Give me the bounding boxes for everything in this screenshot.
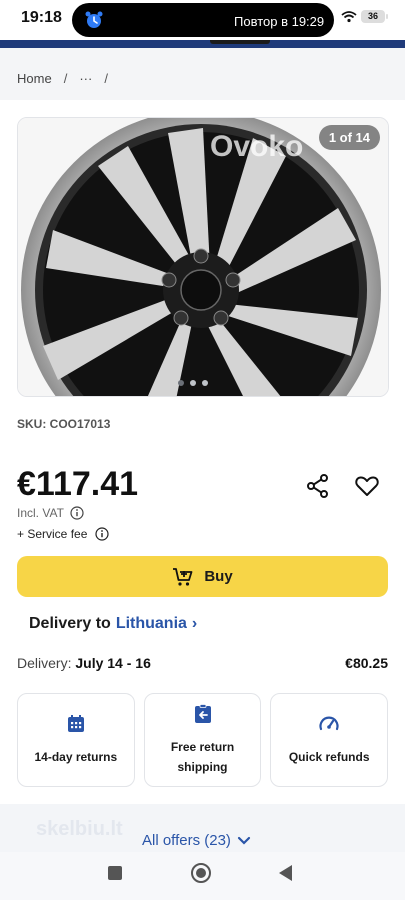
chevron-down-icon (237, 836, 251, 845)
gallery-watermark: Ovoko (210, 130, 304, 163)
buy-label: Buy (204, 568, 233, 585)
wifi-icon (341, 10, 357, 22)
delivery-dates: July 14 - 16 (75, 655, 151, 671)
breadcrumb-home[interactable]: Home (17, 71, 52, 86)
service-fee-row: + Service fee (17, 527, 109, 541)
breadcrumb: Home / ··· / (17, 71, 108, 86)
notification-pill[interactable]: Повтор в 19:29 (72, 3, 334, 37)
recents-button[interactable] (108, 866, 122, 880)
feature-label: Quick refunds (288, 750, 370, 764)
home-button[interactable] (191, 863, 211, 883)
header-strip (0, 40, 405, 48)
feature-returns[interactable]: 14-day returns (17, 693, 135, 787)
product-price: €117.41 (17, 465, 139, 503)
heart-icon[interactable] (354, 473, 380, 499)
gallery-dot[interactable] (202, 380, 208, 386)
feature-quick-refunds[interactable]: Quick refunds (270, 693, 389, 787)
delivery-to-label: Delivery to (29, 615, 111, 632)
add-to-cart-icon (173, 567, 193, 586)
notification-text: Повтор в 19:29 (234, 14, 325, 29)
image-counter-badge: 1 of 14 (318, 125, 380, 150)
alarm-clock-icon (85, 11, 103, 28)
feature-label: 14-day returns (34, 750, 118, 764)
service-fee-label: + Service fee (17, 527, 88, 541)
breadcrumb-separator: / (63, 71, 68, 86)
all-offers-label: All offers (23) (142, 832, 231, 849)
chevron-right-icon: › (191, 615, 198, 632)
status-icons: 36 (341, 10, 388, 23)
delivery-country: Lithuania (115, 615, 187, 632)
info-icon[interactable] (95, 527, 109, 541)
header-notch (210, 40, 270, 44)
share-icon[interactable] (305, 473, 331, 499)
breadcrumb-ellipsis[interactable]: ··· (79, 71, 92, 86)
breadcrumb-bar: Home / ··· / (0, 48, 405, 100)
return-box-icon (194, 704, 211, 723)
all-offers-link[interactable]: All offers (23) (142, 832, 251, 849)
status-time: 19:18 (21, 9, 62, 26)
screen: 19:18 Повтор в 19:29 36 Home / ··· / Ovo… (0, 0, 405, 900)
product-sku: SKU: COO17013 (17, 417, 111, 431)
buy-button[interactable]: Buy (17, 556, 388, 597)
android-nav-bar (0, 852, 405, 900)
calendar-icon (67, 715, 84, 732)
speedometer-icon (319, 716, 339, 731)
alloy-wheel-image (18, 118, 388, 396)
feature-label: Free return shipping (170, 740, 235, 774)
gallery-dot[interactable] (190, 380, 196, 386)
gallery-dot-active[interactable] (178, 380, 184, 386)
gallery-dots (178, 380, 208, 386)
vat-row: Incl. VAT (17, 506, 84, 520)
back-button[interactable] (279, 865, 292, 881)
delivery-price: €80.25 (345, 655, 388, 671)
feature-free-return-shipping[interactable]: Free return shipping (143, 693, 262, 787)
info-icon[interactable] (70, 506, 84, 520)
offers-watermark: skelbiu.lt (36, 818, 123, 840)
status-bar: 19:18 Повтор в 19:29 36 (0, 0, 405, 40)
breadcrumb-separator: / (104, 71, 108, 86)
delivery-label: Delivery: (17, 655, 72, 671)
delivery-row: Delivery: July 14 - 16 €80.25 (17, 655, 388, 671)
delivery-country-selector[interactable]: Delivery to Lithuania › (29, 615, 197, 633)
vat-label: Incl. VAT (17, 506, 64, 520)
product-image-gallery[interactable]: Ovoko 1 of 14 (17, 117, 389, 397)
feature-cards: 14-day returns Free return shipping Quic… (17, 693, 389, 787)
battery-icon: 36 (361, 10, 388, 23)
